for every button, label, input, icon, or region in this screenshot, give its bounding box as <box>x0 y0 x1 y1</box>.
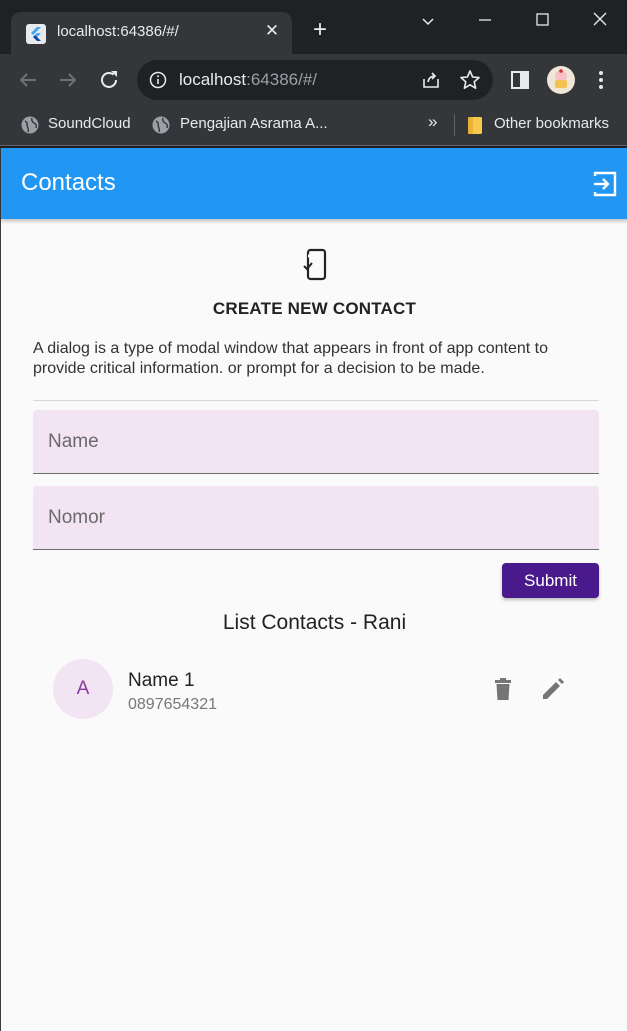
browser-chrome: localhost:64386/#/ ✕ + localhost:64386/#… <box>0 0 627 148</box>
bookmark-pengajian[interactable]: Pengajian Asrama A... <box>180 115 328 132</box>
logout-icon[interactable] <box>591 170 619 198</box>
form-heading: CREATE NEW CONTACT <box>212 299 417 318</box>
other-bookmarks[interactable]: Other bookmarks <box>494 115 609 132</box>
globe-icon <box>21 116 39 134</box>
number-input[interactable] <box>33 486 599 549</box>
minimize-icon[interactable] <box>471 10 499 30</box>
window-close-icon[interactable] <box>586 10 614 30</box>
edit-icon[interactable] <box>540 676 566 702</box>
app-page: Contacts CREATE NEW CONTACT A dialog is … <box>0 148 627 1031</box>
folder-icon <box>468 117 482 134</box>
new-tab-button[interactable]: + <box>308 18 332 42</box>
bookmarks-bar: SoundCloud Pengajian Asrama A... » Other… <box>0 106 627 146</box>
share-icon[interactable] <box>421 70 441 90</box>
avatar: A <box>53 659 113 719</box>
tab-close-icon[interactable]: ✕ <box>263 21 281 41</box>
url-host: localhost <box>179 70 247 89</box>
bookmarks-divider <box>454 114 455 136</box>
url-path: :64386/#/ <box>246 70 318 89</box>
contact-number: 0897654321 <box>128 696 217 713</box>
name-input[interactable] <box>33 410 599 473</box>
form-divider <box>33 400 599 401</box>
tab-title: localhost:64386/#/ <box>57 23 179 40</box>
site-info-icon[interactable] <box>149 71 167 89</box>
side-panel-icon[interactable] <box>510 70 530 90</box>
tab-strip: localhost:64386/#/ ✕ + <box>0 0 627 54</box>
submit-button[interactable]: Submit <box>502 563 599 598</box>
list-title: List Contacts - Rani <box>222 611 407 634</box>
globe-icon <box>152 116 170 134</box>
bookmark-soundcloud[interactable]: SoundCloud <box>48 115 131 132</box>
delete-icon[interactable] <box>490 676 516 702</box>
phone-check-icon <box>303 248 327 281</box>
browser-tab[interactable]: localhost:64386/#/ ✕ <box>11 12 292 54</box>
list-item[interactable]: A Name 1 0897654321 <box>33 652 599 728</box>
forward-icon[interactable] <box>56 68 80 92</box>
name-field[interactable] <box>33 410 599 474</box>
contact-name: Name 1 <box>128 670 195 691</box>
flutter-favicon-icon <box>26 24 46 44</box>
tab-search-icon[interactable] <box>414 12 442 32</box>
browser-toolbar: localhost:64386/#/ <box>0 54 627 106</box>
form-description: A dialog is a type of modal window that … <box>33 340 548 377</box>
browser-menu-icon[interactable] <box>592 68 610 92</box>
url-text[interactable]: localhost:64386/#/ <box>179 70 317 90</box>
app-bar: Contacts <box>1 148 627 219</box>
bookmarks-overflow-icon[interactable]: » <box>428 112 437 132</box>
back-icon[interactable] <box>16 68 40 92</box>
page-title: Contacts <box>21 169 116 196</box>
maximize-icon[interactable] <box>528 10 556 30</box>
reload-icon[interactable] <box>97 68 121 92</box>
address-bar[interactable]: localhost:64386/#/ <box>137 60 493 100</box>
bookmark-star-icon[interactable] <box>459 69 481 91</box>
profile-cupcake-icon <box>555 69 567 88</box>
number-field[interactable] <box>33 486 599 550</box>
profile-avatar[interactable] <box>547 66 575 94</box>
